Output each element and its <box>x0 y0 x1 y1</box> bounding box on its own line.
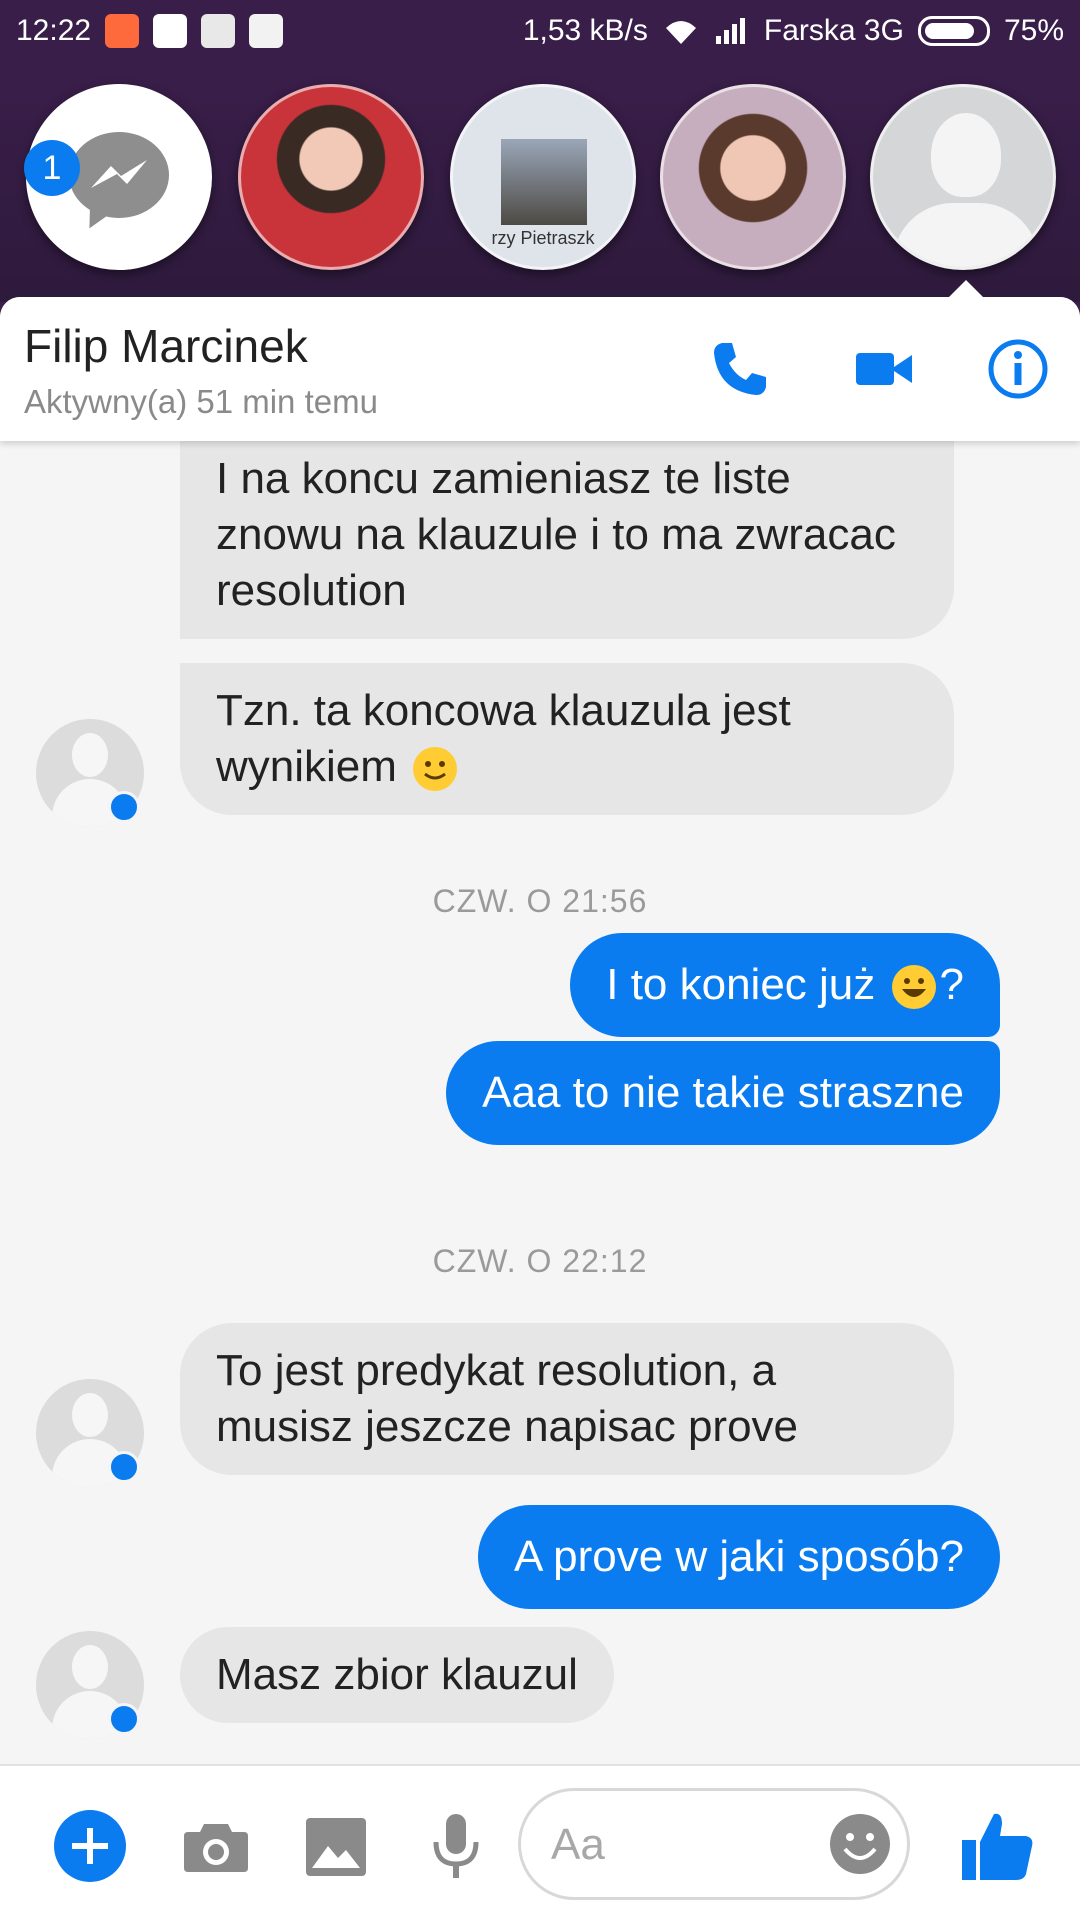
plus-icon[interactable] <box>54 1810 126 1882</box>
video-call-icon[interactable] <box>852 337 916 401</box>
chat-heads-bar: 1 rzy Pietraszk <box>0 62 1080 302</box>
like-icon[interactable] <box>958 1806 1038 1886</box>
chat-panel: Filip Marcinek Aktywny(a) 51 min temu I … <box>0 297 1080 1920</box>
message-bubble-outgoing[interactable]: I to koniec już ? <box>570 933 1000 1037</box>
play-store-notification-icon <box>249 14 284 48</box>
slightly-smiling-face-icon <box>413 747 458 792</box>
battery-icon <box>917 16 990 46</box>
mic-icon[interactable] <box>420 1810 492 1882</box>
info-icon[interactable] <box>986 337 1050 401</box>
message-composer <box>0 1764 1080 1920</box>
message-bubble-outgoing[interactable]: A prove w jaki sposób? <box>477 1505 1000 1609</box>
message-bubble-incoming[interactable]: Masz zbior klauzul <box>180 1627 614 1723</box>
contact-chathead-3[interactable]: rzy Pietraszk <box>450 84 636 270</box>
contact-chathead-5[interactable] <box>870 84 1056 270</box>
carrier-name: Farska 3G <box>763 14 904 47</box>
message-bubble-incoming[interactable]: Tzn. ta koncowa klauzula jest wynikiem <box>180 663 954 815</box>
wifi-icon <box>665 21 696 44</box>
mi-notification-icon <box>105 14 140 48</box>
timestamp-divider: CZW. O 21:56 <box>432 883 648 919</box>
message-list[interactable]: I na koncu zamieniasz te liste znowu na … <box>0 431 1080 1761</box>
messenger-badge-icon <box>108 1451 140 1483</box>
contact-name[interactable]: Filip Marcinek <box>24 319 308 373</box>
timestamp-divider: CZW. O 22:12 <box>432 1243 648 1279</box>
camera-icon[interactable] <box>180 1810 252 1882</box>
status-time: 12:22 <box>16 14 92 47</box>
unread-badge: 1 <box>24 140 80 196</box>
message-input-container[interactable] <box>518 1788 910 1900</box>
messenger-badge-icon <box>108 791 140 823</box>
contact-chathead-2[interactable] <box>238 84 424 270</box>
conversation-header: Filip Marcinek Aktywny(a) 51 min temu <box>0 297 1080 441</box>
battery-percent: 75% <box>1003 14 1064 47</box>
emoji-icon[interactable] <box>827 1811 893 1877</box>
chathead-caption: rzy Pietraszk <box>491 228 595 248</box>
status-bar: 12:22 1,53 kB/s Farska 3G 75% <box>0 0 1080 62</box>
phone-call-icon[interactable] <box>708 337 772 401</box>
app-notification-icon <box>153 14 188 48</box>
lightning-icon <box>91 160 147 188</box>
contact-chathead-4[interactable] <box>660 84 846 270</box>
contact-photo <box>501 139 587 225</box>
messenger-badge-icon <box>108 1703 140 1735</box>
message-bubble-outgoing[interactable]: Aaa to nie takie straszne <box>446 1041 1000 1145</box>
message-input[interactable] <box>551 1809 781 1881</box>
grinning-face-icon <box>891 965 936 1010</box>
active-status: Aktywny(a) 51 min temu <box>24 383 378 420</box>
active-chathead-pointer <box>946 280 986 300</box>
mail-notification-icon <box>201 14 236 48</box>
gallery-icon[interactable] <box>300 1810 372 1882</box>
signal-icon <box>715 18 745 44</box>
message-bubble-incoming[interactable]: I na koncu zamieniasz te liste znowu na … <box>180 431 954 639</box>
net-speed: 1,53 kB/s <box>522 14 648 47</box>
message-bubble-incoming[interactable]: To jest predykat resolution, a musisz je… <box>180 1323 954 1475</box>
